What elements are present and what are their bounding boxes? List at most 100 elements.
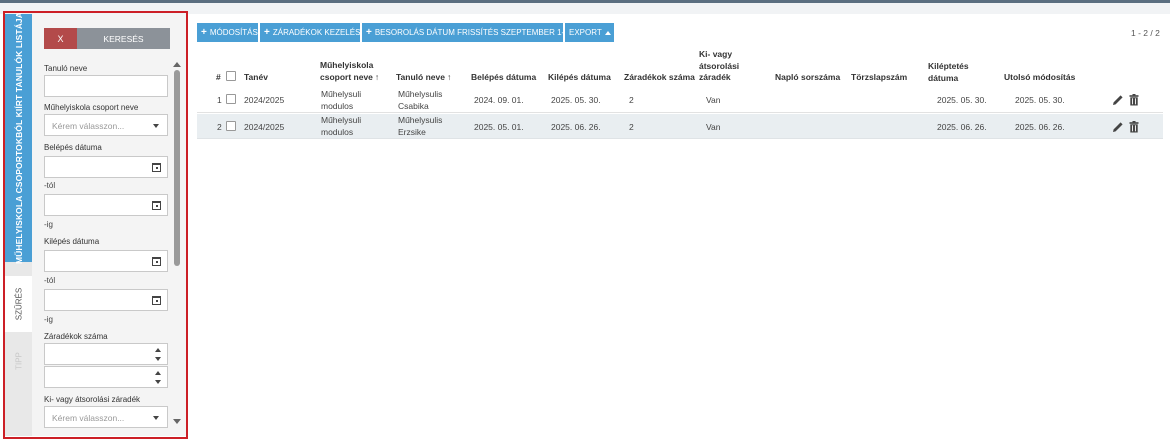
- spinner-icon[interactable]: [155, 348, 161, 361]
- tab-filter[interactable]: SZŰRÉS: [5, 276, 32, 332]
- col-header-student[interactable]: Tanuló neve ↑: [396, 72, 451, 84]
- cell-year: 2024/2025: [244, 122, 285, 132]
- cell-student-line1: Műhelysulis: [398, 89, 443, 99]
- exit-date-from-input[interactable]: [44, 250, 168, 272]
- cell-modified: 2025. 05. 30.: [1015, 95, 1065, 105]
- cell-group-line1: Műhelysuli: [321, 89, 362, 99]
- entry-to-label: -ig: [44, 220, 53, 229]
- tab-tip-label: TIPP: [14, 352, 23, 370]
- spinner-icon[interactable]: [155, 371, 161, 384]
- col-header-transfer-line1: Ki- vagy: [699, 49, 733, 59]
- cell-student: Műhelysulis Csabika: [398, 89, 442, 112]
- modify-button[interactable]: + MÓDOSÍTÁS: [197, 23, 258, 42]
- edit-icon[interactable]: [1112, 121, 1124, 133]
- col-header-clause-count[interactable]: Záradékok száma: [624, 72, 695, 84]
- calendar-icon[interactable]: [152, 257, 161, 266]
- pagination-info: 1 - 2 / 2: [1131, 28, 1160, 38]
- col-header-group[interactable]: Műhelyiskola csoport neve ↑: [320, 60, 379, 83]
- student-name-label: Tanuló neve: [44, 64, 88, 73]
- chevron-down-icon: [153, 124, 159, 128]
- transfer-clause-label: Ki- vagy átsorolási záradék: [44, 395, 141, 404]
- transfer-clause-select[interactable]: Kérem válasszon...: [44, 406, 168, 428]
- col-header-leave-line2: dátuma: [928, 72, 959, 83]
- update-date-label: BESOROLÁS DÁTUM FRISSÍTÉS SZEPTEMBER 1-R…: [374, 28, 576, 37]
- group-select[interactable]: Kérem válasszon...: [44, 114, 168, 136]
- cell-leave: 2025. 05. 30.: [937, 95, 987, 105]
- cell-entry: 2024. 09. 01.: [474, 95, 524, 105]
- scroll-down-arrow[interactable]: [173, 419, 181, 424]
- col-header-number: #: [216, 72, 221, 82]
- tab-student-list-label: MŰHELYISKOLA CSOPORTOKBÓL KIÍRT TANULÓK …: [13, 12, 24, 264]
- col-header-journal[interactable]: Napló sorszáma: [775, 72, 840, 84]
- trash-icon[interactable]: [1129, 94, 1139, 106]
- cell-group: Műhelysuli modulos: [321, 115, 361, 138]
- student-name-input[interactable]: [44, 75, 168, 97]
- tab-tip[interactable]: TIPP: [5, 332, 32, 390]
- col-header-transfer-line3: záradék: [699, 72, 731, 82]
- col-header-transfer[interactable]: Ki- vagy átsorolási záradék: [699, 49, 739, 84]
- entry-date-from-input[interactable]: [44, 156, 168, 178]
- cell-transfer: Van: [706, 122, 721, 132]
- row-checkbox[interactable]: [226, 94, 236, 104]
- export-button[interactable]: EXPORT: [565, 23, 614, 42]
- calendar-icon[interactable]: [152, 201, 161, 210]
- col-header-entry[interactable]: Belépés dátuma: [471, 72, 536, 84]
- vertical-tabs: MŰHELYISKOLA CSOPORTOKBÓL KIÍRT TANULÓK …: [5, 12, 32, 436]
- sort-asc-icon[interactable]: ↑: [447, 72, 451, 82]
- scrollbar-thumb[interactable]: [174, 70, 180, 266]
- clause-count-max-input[interactable]: [44, 366, 168, 388]
- sort-asc-icon[interactable]: ↑: [375, 72, 379, 82]
- group-select-placeholder: Kérem válasszon...: [52, 121, 125, 131]
- edit-icon[interactable]: [1112, 94, 1124, 106]
- col-header-student-label: Tanuló neve: [396, 72, 445, 82]
- exit-to-label: -ig: [44, 315, 53, 324]
- entry-from-label: -tól: [44, 181, 56, 190]
- cell-group-line2: modulos: [321, 126, 354, 137]
- clause-count-min-input[interactable]: [44, 343, 168, 365]
- calendar-icon[interactable]: [152, 296, 161, 305]
- col-header-leave[interactable]: Kiléptetés dátuma: [928, 61, 969, 84]
- col-header-modified[interactable]: Utolsó módosítás: [1004, 72, 1075, 84]
- search-button[interactable]: KERESÉS: [77, 28, 170, 49]
- col-header-transfer-line2: átsorolási: [699, 60, 740, 71]
- cell-leave: 2025. 06. 26.: [937, 122, 987, 132]
- trash-icon[interactable]: [1129, 121, 1139, 133]
- manage-clauses-button[interactable]: + ZÁRADÉKOK KEZELÉSE: [260, 23, 366, 42]
- cell-exit: 2025. 06. 26.: [551, 122, 601, 132]
- select-all-checkbox[interactable]: [226, 71, 236, 81]
- chevron-down-icon: [153, 416, 159, 420]
- col-header-leave-line1: Kiléptetés: [928, 61, 969, 71]
- tab-student-list[interactable]: MŰHELYISKOLA CSOPORTOKBÓL KIÍRT TANULÓK …: [5, 12, 32, 264]
- cell-student-line2: Csabika: [398, 100, 429, 111]
- cell-clause-count: 2: [629, 95, 634, 105]
- calendar-icon[interactable]: [152, 163, 161, 172]
- exit-date-to-input[interactable]: [44, 289, 168, 311]
- cell-group-line2: modulos: [321, 100, 354, 111]
- update-date-button[interactable]: + BESOROLÁS DÁTUM FRISSÍTÉS SZEPTEMBER 1…: [362, 23, 575, 42]
- cell-year: 2024/2025: [244, 95, 285, 105]
- plus-icon: +: [264, 27, 270, 38]
- cell-modified: 2025. 06. 26.: [1015, 122, 1065, 132]
- plus-icon: +: [201, 27, 207, 38]
- manage-clauses-label: ZÁRADÉKOK KEZELÉSE: [272, 28, 366, 37]
- cell-exit: 2025. 05. 30.: [551, 95, 601, 105]
- exit-date-label: Kilépés dátuma: [44, 237, 100, 246]
- cell-student: Műhelysulis Erzsike: [398, 115, 442, 138]
- row-checkbox[interactable]: [226, 121, 236, 131]
- group-label: Műhelyiskola csoport neve: [44, 103, 139, 112]
- clear-filter-button[interactable]: X: [44, 28, 77, 49]
- export-button-label: EXPORT: [569, 28, 602, 37]
- transfer-clause-placeholder: Kérem válasszon...: [52, 413, 125, 423]
- exit-from-label: -tól: [44, 276, 56, 285]
- tab-filter-label: SZŰRÉS: [14, 287, 23, 321]
- scroll-up-arrow[interactable]: [173, 62, 181, 67]
- col-header-exit[interactable]: Kilépés dátuma: [548, 72, 611, 84]
- cell-entry: 2025. 05. 01.: [474, 122, 524, 132]
- cell-student-line2: Erzsike: [398, 126, 426, 137]
- cell-transfer: Van: [706, 95, 721, 105]
- col-header-group-line2: csoport neve: [320, 71, 373, 82]
- col-header-year[interactable]: Tanév: [244, 72, 268, 84]
- col-header-register[interactable]: Törzslapszám: [851, 72, 907, 84]
- entry-date-to-input[interactable]: [44, 194, 168, 216]
- row-number: 2: [217, 122, 222, 132]
